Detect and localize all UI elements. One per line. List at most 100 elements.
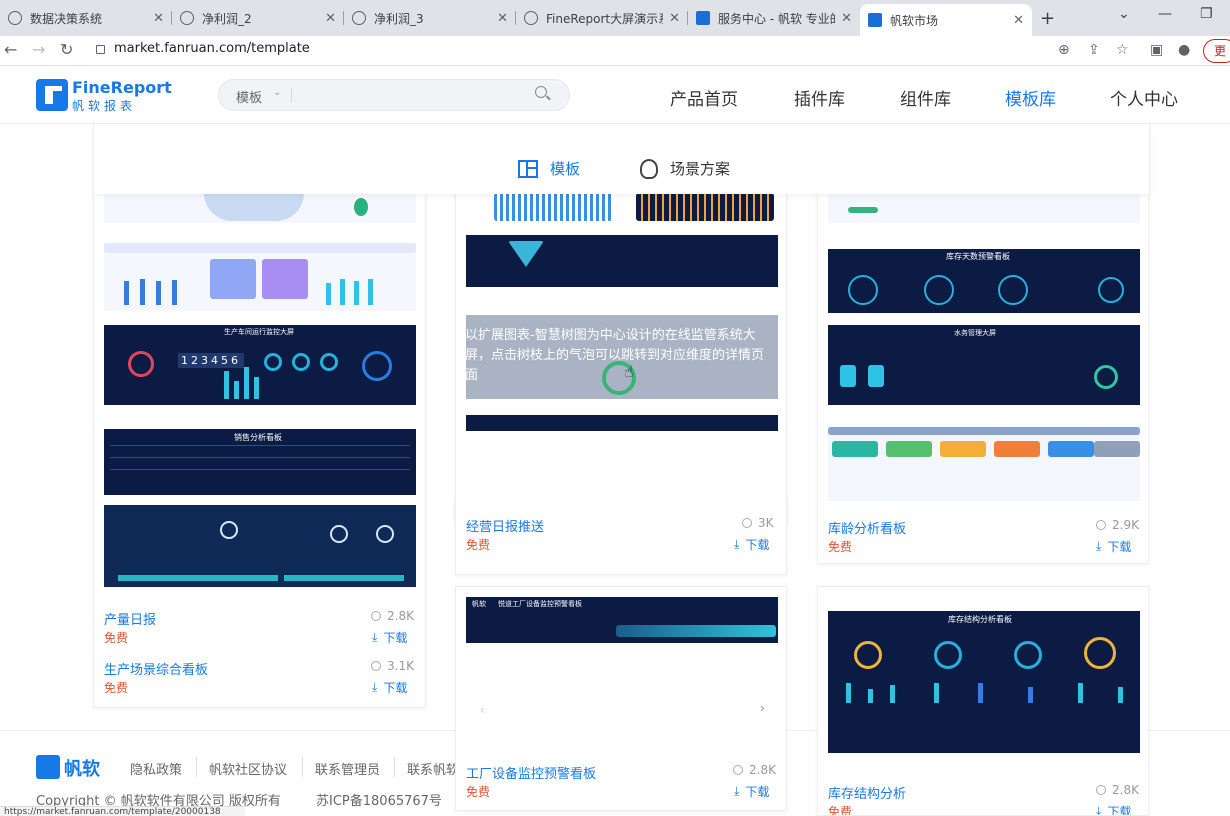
template-thumbnail[interactable] xyxy=(104,193,416,223)
card-title[interactable]: 经营日报推送 xyxy=(466,516,544,535)
back-icon[interactable]: ← xyxy=(4,40,17,59)
browser-tab[interactable]: 数据决策系统 ✕ xyxy=(0,4,172,32)
new-tab-icon[interactable]: + xyxy=(1040,8,1055,29)
carousel-prev-icon[interactable]: ‹ xyxy=(480,703,485,717)
download-icon: ⤓ xyxy=(372,630,378,644)
reload-icon[interactable]: ↻ xyxy=(60,40,73,59)
footer-link-community-agreement[interactable]: 帆软社区协议 xyxy=(209,759,287,778)
zoom-icon[interactable]: ⊕ xyxy=(1058,42,1070,58)
template-thumbnail[interactable] xyxy=(466,415,778,431)
thumbnail-title: 库存结构分析看板 xyxy=(948,615,1012,624)
card-views-count: 3K xyxy=(758,516,774,530)
card-views: 2.8K xyxy=(371,609,414,623)
share-icon[interactable]: ⇪ xyxy=(1088,42,1100,58)
address-bar[interactable]: market.fanruan.com/template xyxy=(114,41,310,56)
card-title[interactable]: 库存结构分析 xyxy=(828,783,906,802)
close-icon[interactable]: ✕ xyxy=(325,11,336,26)
card-title[interactable]: 产量日报 xyxy=(104,609,156,628)
lock-icon[interactable] xyxy=(96,45,105,54)
template-card-stack[interactable]: 库存天数预警看板 水务管理大屏 库龄分析看板 免费 2.9K ⤓ 下载 xyxy=(817,192,1149,564)
close-icon[interactable]: ✕ xyxy=(153,11,164,26)
footer-link-contact-fanruan[interactable]: 联系帆软 xyxy=(407,759,455,778)
search-input[interactable] xyxy=(299,84,519,106)
template-card-stack[interactable]: 生产车间运行监控大屏 123456 销售分析看板 产量日报 免费 2.8K ⤓ … xyxy=(93,192,426,708)
restore-icon[interactable]: ❐ xyxy=(1200,6,1213,22)
hand-cursor-icon: ☝ xyxy=(624,362,634,381)
template-thumbnail[interactable] xyxy=(466,193,778,223)
globe-icon xyxy=(352,11,366,25)
footer-link-contact-admin[interactable]: 联系管理员 xyxy=(315,759,380,778)
thumbnail-title: 悦道工厂设备监控预警看板 xyxy=(498,600,582,608)
template-thumbnail[interactable] xyxy=(104,243,416,311)
update-button[interactable]: 更新 xyxy=(1203,39,1230,80)
close-icon[interactable]: ✕ xyxy=(497,11,508,26)
template-thumbnail[interactable]: 水务管理大屏 xyxy=(828,325,1140,405)
browser-tabstrip: 数据决策系统 ✕ 净利润_2 ✕ 净利润_3 ✕ FineReport大屏演示系… xyxy=(0,0,1230,36)
icp-link[interactable]: 苏ICP备18065767号 xyxy=(316,790,442,809)
user-icon xyxy=(1096,520,1106,530)
template-thumbnail[interactable]: 销售分析看板 xyxy=(104,429,416,495)
category-tab-panel: 模板 场景方案 xyxy=(93,124,1150,194)
close-icon[interactable]: ✕ xyxy=(841,11,852,26)
template-thumbnail[interactable]: 帆软 悦道工厂设备监控预警看板 xyxy=(466,597,778,643)
browser-tab[interactable]: FineReport大屏演示系统 ✕ xyxy=(516,4,688,32)
footer-divider xyxy=(302,757,303,777)
nav-templates[interactable]: 模板库 xyxy=(1005,85,1056,110)
template-thumbnail[interactable]: 生产车间运行监控大屏 123456 xyxy=(104,325,416,405)
thumbnail-title: 水务管理大屏 xyxy=(954,329,996,337)
download-link[interactable]: ⤓ 下载 xyxy=(372,679,407,696)
tab-scenario[interactable]: 场景方案 xyxy=(640,158,730,179)
forward-icon[interactable]: → xyxy=(32,40,45,59)
nav-plugins[interactable]: 插件库 xyxy=(794,85,845,110)
download-link[interactable]: ⤓ 下载 xyxy=(372,629,407,646)
logo-text[interactable]: FineReport xyxy=(72,78,172,97)
card-views-count: 2.8K xyxy=(749,763,776,777)
template-thumbnail[interactable] xyxy=(828,193,1140,223)
carousel-next-icon[interactable]: › xyxy=(760,701,765,715)
template-thumbnail[interactable] xyxy=(466,235,778,287)
bookmark-star-icon[interactable]: ☆ xyxy=(1116,42,1129,58)
nav-home[interactable]: 产品首页 xyxy=(670,85,738,110)
search-icon[interactable] xyxy=(535,86,547,98)
download-link[interactable]: ⤓ 下载 xyxy=(734,536,769,553)
template-thumbnail[interactable]: 库存结构分析看板 xyxy=(828,611,1140,753)
template-card[interactable]: 帆软 悦道工厂设备监控预警看板 ‹ › 工厂设备监控预警看板 免费 2.8K ⤓… xyxy=(455,586,787,811)
browser-tab-active[interactable]: 帆软市场 ✕ xyxy=(860,4,1032,36)
template-card[interactable]: 库存结构分析看板 库存结构分析 免费 2.8K ⤓ 下载 xyxy=(817,586,1149,816)
card-views: 3.1K xyxy=(371,659,414,673)
nav-user-center[interactable]: 个人中心 xyxy=(1110,85,1178,110)
status-url: https://market.fanruan.com/template/2000… xyxy=(4,807,221,816)
tab-title: 净利润_3 xyxy=(374,11,424,26)
template-thumbnail[interactable]: 库存天数预警看板 xyxy=(828,249,1140,313)
nav-components[interactable]: 组件库 xyxy=(900,85,951,110)
card-title[interactable]: 库龄分析看板 xyxy=(828,518,906,537)
browser-tab[interactable]: 净利润_3 ✕ xyxy=(344,4,516,32)
tab-label: 模板 xyxy=(550,160,581,178)
minimize-icon[interactable]: — xyxy=(1158,6,1172,22)
footer-divider xyxy=(394,757,395,777)
tab-search-icon[interactable]: ⌄ xyxy=(1118,6,1130,22)
tab-template[interactable]: 模板 xyxy=(518,158,580,179)
close-icon[interactable]: ✕ xyxy=(1013,13,1024,28)
lightbulb-icon xyxy=(640,158,658,179)
card-title[interactable]: 工厂设备监控预警看板 xyxy=(466,763,596,782)
close-icon[interactable]: ✕ xyxy=(669,11,680,26)
thumbnail-logo: 帆软 xyxy=(472,600,486,608)
sidepanel-icon[interactable]: ▣ xyxy=(1150,42,1163,58)
card-title[interactable]: 生产场景综合看板 xyxy=(104,659,208,678)
card-views: 2.8K xyxy=(1096,783,1139,797)
card-views-count: 3.1K xyxy=(387,659,414,673)
download-link[interactable]: ⤓ 下载 xyxy=(734,783,769,800)
browser-tab[interactable]: 服务中心 - 帆软 专业的 ✕ xyxy=(688,4,860,32)
download-link[interactable]: ⤓ 下载 xyxy=(1096,538,1131,555)
template-thumbnail[interactable] xyxy=(828,427,1140,501)
browser-tab[interactable]: 净利润_2 ✕ xyxy=(172,4,344,32)
search-category-select[interactable]: 模板 xyxy=(236,87,262,106)
profile-icon[interactable]: ● xyxy=(1178,42,1190,58)
template-thumbnail[interactable] xyxy=(104,505,416,587)
template-card-footer[interactable]: 经营日报推送 免费 3K ⤓ 下载 xyxy=(455,500,787,575)
footer-link-privacy[interactable]: 隐私政策 xyxy=(130,759,182,778)
chevron-down-icon[interactable]: ⌄ xyxy=(273,87,281,98)
finereport-logo-icon[interactable] xyxy=(36,79,68,111)
download-link[interactable]: ⤓ 下载 xyxy=(1096,803,1131,815)
